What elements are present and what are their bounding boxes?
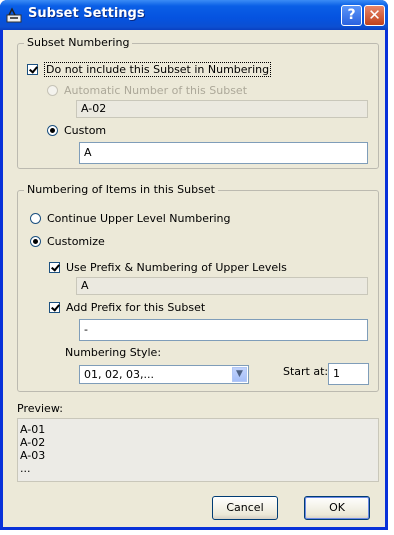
title-bar[interactable]: Subset Settings ? ✕ xyxy=(0,0,388,30)
use-prefix-label: Use Prefix & Numbering of Upper Levels xyxy=(66,261,287,274)
automatic-number-label: Automatic Number of this Subset xyxy=(64,84,248,97)
numbering-style-select[interactable]: 01, 02, 03,... ▼ xyxy=(79,365,249,384)
preview-line: ... xyxy=(20,462,31,475)
do-not-include-checkbox-row[interactable]: Do not include this Subset in Numbering xyxy=(27,62,272,77)
custom-label: Custom xyxy=(64,124,107,137)
add-prefix-checkbox[interactable] xyxy=(49,302,60,313)
use-prefix-checkbox-row[interactable]: Use Prefix & Numbering of Upper Levels xyxy=(49,261,287,274)
numbering-style-label: Numbering Style: xyxy=(65,346,162,359)
add-prefix-label: Add Prefix for this Subset xyxy=(66,301,206,314)
automatic-number-radio-row[interactable]: Automatic Number of this Subset xyxy=(47,84,247,97)
start-at-input[interactable]: 1 xyxy=(328,363,369,385)
use-prefix-field: A xyxy=(76,277,368,295)
start-at-label: Start at: xyxy=(283,365,329,378)
customize-radio-row[interactable]: Customize xyxy=(30,235,105,248)
continue-numbering-radio[interactable] xyxy=(30,213,41,224)
custom-number-input[interactable]: A xyxy=(79,142,368,164)
automatic-number-radio[interactable] xyxy=(47,85,58,96)
cancel-button[interactable]: Cancel xyxy=(212,496,278,520)
numbering-style-value: 01, 02, 03,... xyxy=(84,368,154,381)
window-title: Subset Settings xyxy=(28,6,145,21)
custom-radio-row[interactable]: Custom xyxy=(47,124,106,137)
preview-line: A-02 xyxy=(20,436,46,449)
add-prefix-checkbox-row[interactable]: Add Prefix for this Subset xyxy=(49,301,205,314)
automatic-number-field: A-02 xyxy=(76,100,368,118)
do-not-include-label: Do not include this Subset in Numbering xyxy=(44,62,272,77)
use-prefix-checkbox[interactable] xyxy=(49,262,60,273)
continue-numbering-radio-row[interactable]: Continue Upper Level Numbering xyxy=(30,212,231,225)
subset-numbering-legend: Subset Numbering xyxy=(24,36,133,49)
help-button[interactable]: ? xyxy=(341,5,362,26)
ok-button[interactable]: OK xyxy=(304,496,370,520)
do-not-include-checkbox[interactable] xyxy=(27,64,38,75)
subset-settings-dialog: Subset Settings ? ✕ Subset Numbering Do … xyxy=(0,0,388,530)
preview-label: Preview: xyxy=(17,402,63,415)
customize-radio[interactable] xyxy=(30,236,41,247)
customize-label: Customize xyxy=(47,235,105,248)
app-icon xyxy=(6,6,24,24)
item-numbering-legend: Numbering of Items in this Subset xyxy=(24,183,218,196)
custom-radio[interactable] xyxy=(47,125,58,136)
preview-line: A-01 xyxy=(20,423,46,436)
continue-numbering-label: Continue Upper Level Numbering xyxy=(47,212,231,225)
chevron-down-icon[interactable]: ▼ xyxy=(232,367,247,382)
preview-line: A-03 xyxy=(20,449,46,462)
add-prefix-input[interactable]: - xyxy=(79,319,368,341)
close-button[interactable]: ✕ xyxy=(364,5,385,26)
preview-box: A-01 A-02 A-03 ... xyxy=(17,418,379,482)
